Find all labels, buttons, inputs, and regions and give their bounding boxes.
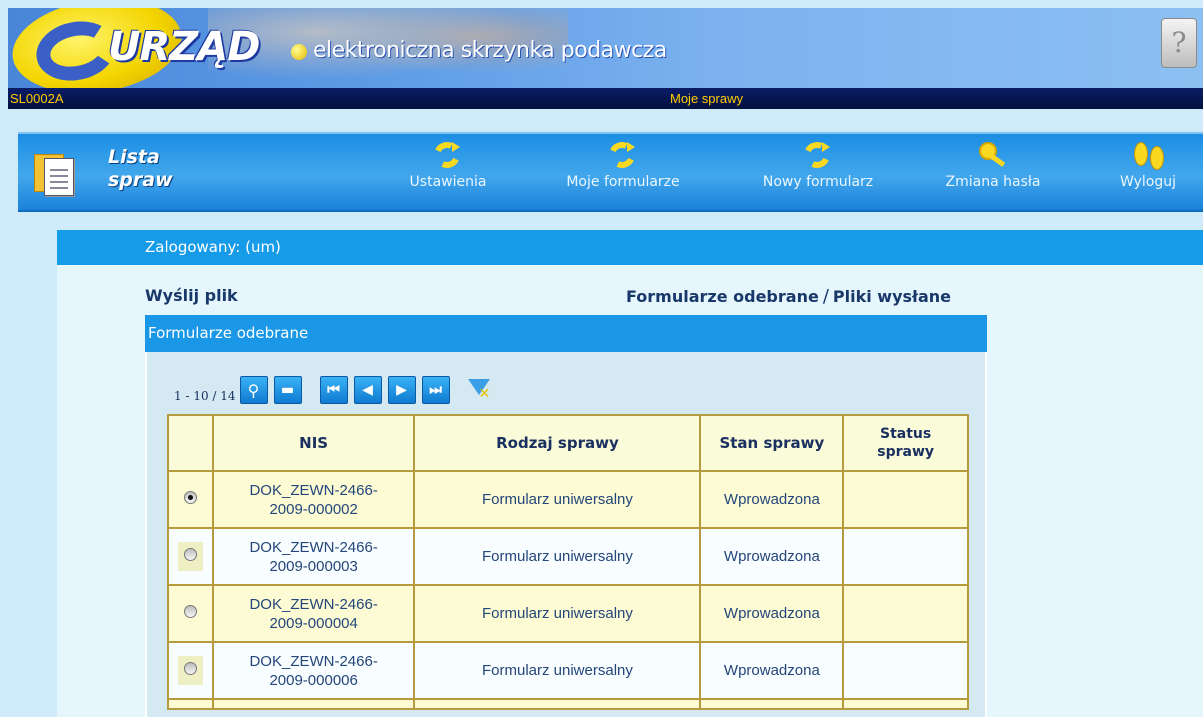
type-cell: Formularz uniwersalny [413,641,702,700]
status-cell [842,641,969,700]
nis-line2: 2009-000004 [269,614,358,632]
select-column-header [167,414,214,472]
nis-cell: DOK_ZEWN-2466- 2009-000006 [211,641,416,700]
my-forms-label: Moje formularze [566,174,680,190]
content-panel: Zalogowany: (um) Wyślij plik Formularze … [57,230,1203,717]
row-select-cell [167,470,214,529]
toolbar-title-line2: spraw [108,169,173,191]
nis-cell: DOK_ZEWN-2466- 2009-000002 [211,470,416,529]
table-row[interactable]: DOK_ZEWN-2466- 2009-000006 Formularz uniw… [167,641,969,700]
clear-filter-button[interactable] [466,376,494,404]
nis-line2: 2009-000003 [269,557,358,575]
state-cell: Wprowadzona [699,641,845,700]
column-header-nis[interactable]: NIS [211,414,416,472]
app-subtitle: elektroniczna skrzynka podawcza [313,38,667,63]
row-select-cell [167,527,214,586]
status-cell [842,527,969,586]
main-toolbar: Lista spraw Ustawienia Moje formularze N… [18,132,1203,212]
collapse-button[interactable]: ▬ [273,376,302,404]
new-form-button[interactable]: Nowy formularz [743,140,893,190]
row-select-cell [167,584,214,643]
sent-files-link[interactable]: Pliki wysłane [833,287,951,306]
logo-text: URZĄD [108,24,260,70]
case-list-icon [34,148,80,198]
pager: 1 - 10 / 14 ⚲ ▬ ⏮ ◀ ▶ ⏭ [174,374,494,406]
nis-line2: 2009-000006 [269,671,358,689]
change-password-label: Zmiana hasła [945,174,1041,190]
first-page-button[interactable]: ⏮ [319,376,348,404]
received-forms-link[interactable]: Formularze odebrane [626,287,819,306]
last-page-icon: ⏭ [429,382,442,398]
type-cell: Formularz uniwersalny [413,527,702,586]
nis-cell: DOK_ZEWN-2466- 2009-000003 [211,527,416,586]
type-cell: Formularz uniwersalny [413,584,702,643]
row-radio[interactable] [183,662,197,675]
previous-icon: ◀ [362,382,373,398]
status-cell [842,584,969,643]
column-header-status[interactable]: Status sprawy [842,414,969,472]
next-icon: ▶ [396,382,407,398]
status-header-line2: sprawy [877,444,935,460]
state-cell: Wprowadzona [699,527,845,586]
logged-in-user: Zalogowany: (um) [145,238,281,256]
refresh-icon [800,140,836,172]
nis-cell: DOK_ZEWN-2466- 2009-000004 [211,584,416,643]
status-cell [842,470,969,529]
cases-table: NIS Rodzaj sprawy Stan sprawy Status spr… [167,414,969,710]
my-forms-button[interactable]: Moje formularze [543,140,703,190]
minus-icon: ▬ [280,382,295,398]
state-cell: Wprowadzona [699,584,845,643]
nis-line1: DOK_ZEWN-2466- [249,538,378,556]
table-row[interactable]: DOK_ZEWN-2466- 2009-000002 Formularz uniw… [167,470,969,529]
refresh-icon [430,140,466,172]
column-header-state[interactable]: Stan sprawy [699,414,845,472]
new-form-label: Nowy formularz [762,174,874,190]
table-row-partial [167,698,969,710]
record-count: 1 - 10 / 14 [174,389,236,403]
row-radio[interactable] [183,548,197,561]
type-cell: Formularz uniwersalny [413,470,702,529]
table-header-row: NIS Rodzaj sprawy Stan sprawy Status spr… [167,414,969,472]
toolbar-title: Lista spraw [108,146,173,192]
last-page-button[interactable]: ⏭ [421,376,450,404]
nis-line1: DOK_ZEWN-2466- [249,595,378,613]
status-header-line1: Status [880,426,932,442]
refresh-icon [605,140,641,172]
screen-title: Moje sprawy [670,91,743,106]
key-icon [975,140,1011,172]
table-row[interactable]: DOK_ZEWN-2466- 2009-000003 Formularz uniw… [167,527,969,586]
row-select-cell [167,641,214,700]
footsteps-icon [1130,140,1166,172]
status-bar: SL0002A Moje sprawy [8,88,1203,109]
table-row[interactable]: DOK_ZEWN-2466- 2009-000004 Formularz uniw… [167,584,969,643]
magnifier-icon: ⚲ [247,381,260,400]
search-button[interactable]: ⚲ [239,376,268,404]
row-radio[interactable] [183,491,197,504]
settings-button[interactable]: Ustawienia [393,140,503,190]
logout-label: Wyloguj [1120,174,1176,190]
nis-line1: DOK_ZEWN-2466- [249,652,378,670]
first-page-icon: ⏮ [327,382,340,398]
help-button[interactable]: ? [1161,18,1197,68]
nis-line2: 2009-000002 [269,500,358,518]
grid-area: 1 - 10 / 14 ⚲ ▬ ⏮ ◀ ▶ ⏭ NIS Rodzaj spraw… [145,352,987,717]
list-switch-links: Formularze odebrane / Pliki wysłane [626,286,951,307]
logout-button[interactable]: Wyloguj [1103,140,1193,190]
column-header-type[interactable]: Rodzaj sprawy [413,414,702,472]
settings-label: Ustawienia [409,174,487,190]
screen-code: SL0002A [10,91,64,106]
nis-line1: DOK_ZEWN-2466- [249,481,378,499]
send-file-link[interactable]: Wyślij plik [145,286,238,305]
next-page-button[interactable]: ▶ [387,376,416,404]
row-radio[interactable] [183,605,197,618]
logged-in-bar: Zalogowany: (um) [57,230,1203,265]
previous-page-button[interactable]: ◀ [353,376,382,404]
link-separator: / [822,286,829,307]
app-header: URZĄD elektroniczna skrzynka podawcza ? [8,8,1203,88]
logo-dot-icon [291,44,307,60]
state-cell: Wprowadzona [699,470,845,529]
section-title: Formularze odebrane [145,315,987,352]
toolbar-title-line1: Lista [108,146,160,168]
change-password-button[interactable]: Zmiana hasła [933,140,1053,190]
